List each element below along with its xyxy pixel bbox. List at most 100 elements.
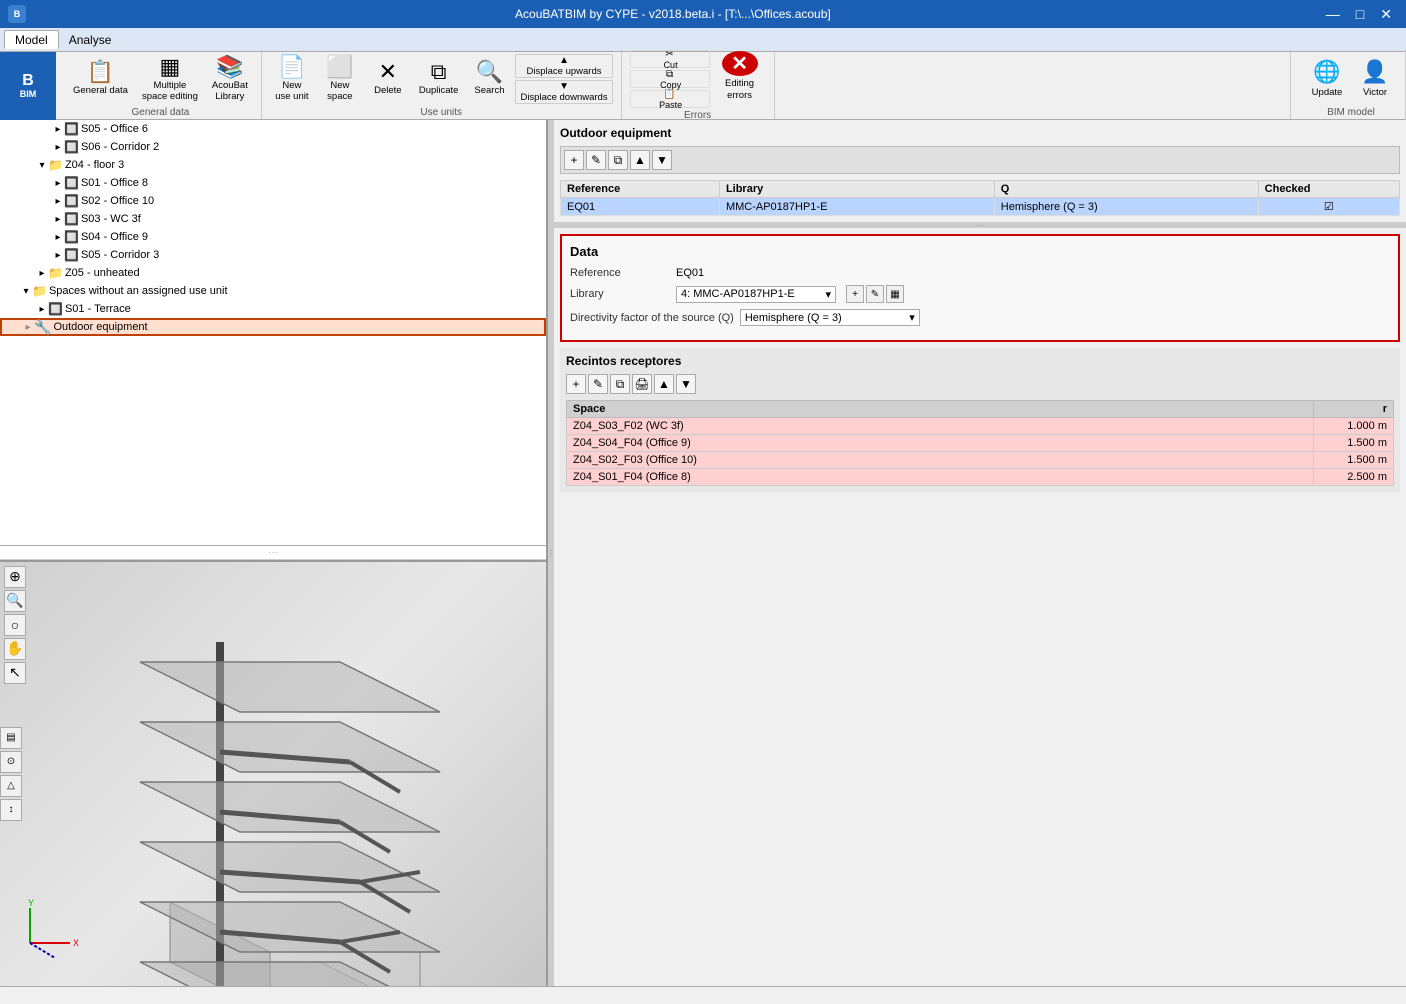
multiple-space-editing-button[interactable]: ▦ Multiplespace editing	[137, 53, 203, 105]
close-button[interactable]: ✕	[1374, 6, 1398, 23]
tree-item-z05[interactable]: ▸ 📁 Z05 - unheated	[0, 264, 546, 282]
directivity-value: Hemisphere (Q = 3)	[745, 312, 842, 324]
search-button[interactable]: 🔍 Search	[467, 53, 511, 105]
search-icon: 🔍	[476, 61, 503, 83]
recintos-toolbar: + ✎ ⧉ 🖨 ▲ ▼	[566, 374, 1394, 394]
tree-item-outdoor[interactable]: ▸ 🔧 Outdoor equipment	[0, 318, 546, 336]
view-select[interactable]: ↖	[4, 662, 26, 684]
table-row[interactable]: Z04_S01_F04 (Office 8) 2.500 m	[567, 469, 1394, 486]
tree-item-s04-z04[interactable]: ▸ 🔲 S04 - Office 9	[0, 228, 546, 246]
splitter-dots[interactable]: ···	[0, 546, 546, 560]
tree-item-s05-z04[interactable]: ▸ 🔲 S05 - Corridor 3	[0, 246, 546, 264]
directivity-label: Directivity factor of the source (Q)	[570, 312, 734, 324]
duplicate-button[interactable]: ⧉ Duplicate	[414, 53, 464, 105]
new-space-button[interactable]: ⬜ Newspace	[318, 53, 362, 105]
menu-analyse[interactable]: Analyse	[59, 31, 122, 49]
outdoor-copy-button[interactable]: ⧉	[608, 150, 628, 170]
table-row[interactable]: Z04_S02_F03 (Office 10) 1.500 m	[567, 452, 1394, 469]
cell-library: MMC-AP0187HP1-E	[719, 198, 994, 216]
outdoor-equipment-title: Outdoor equipment	[560, 126, 1400, 140]
library-label: AcouBatLibrary	[212, 80, 248, 103]
toolbar-clipboard-section: ✂ Cut ⧉ Copy 📋 Paste ✕ Editingerrors Err…	[622, 52, 775, 119]
search-label: Search	[474, 85, 504, 96]
duplicate-label: Duplicate	[419, 85, 459, 96]
toolbar-use-units-section: 📄 Newuse unit ⬜ Newspace ✕ Delete ⧉ Dupl…	[262, 52, 622, 119]
bim-model-name: BIM model	[1327, 107, 1375, 118]
3d-ctrl-3[interactable]: △	[0, 775, 22, 797]
view-pan[interactable]: ✋	[4, 638, 26, 660]
tree-item-z04[interactable]: ▾ 📁 Z04 - floor 3	[0, 156, 546, 174]
displace-downwards-button[interactable]: ▼ Displace downwards	[515, 80, 612, 104]
app-logo-toolbar: B BIM	[0, 52, 56, 120]
outdoor-add-button[interactable]: +	[564, 150, 584, 170]
recintos-space-2: Z04_S02_F03 (Office 10)	[567, 452, 1314, 469]
recintos-up-btn[interactable]: ▲	[654, 374, 674, 394]
tree-item-s05[interactable]: ▸ 🔲 S05 - Office 6	[0, 120, 546, 138]
recintos-section: Recintos receptores + ✎ ⧉ 🖨 ▲ ▼ Space r	[560, 348, 1400, 492]
recintos-add-btn[interactable]: +	[566, 374, 586, 394]
recintos-down-btn[interactable]: ▼	[676, 374, 696, 394]
library-dropdown[interactable]: 4: MMC-AP0187HP1-E ▾	[676, 286, 836, 303]
table-row[interactable]: Z04_S03_F02 (WC 3f) 1.000 m	[567, 418, 1394, 435]
horizontal-splitter[interactable]: ···	[554, 222, 1406, 228]
update-button[interactable]: 🌐 Update	[1305, 53, 1349, 105]
new-use-icon: 📄	[278, 56, 305, 78]
library-add-btn[interactable]: +	[846, 285, 864, 303]
3d-side-controls: ▤ ⊙ △ ↕	[0, 727, 22, 821]
menu-model[interactable]: Model	[4, 30, 59, 49]
recintos-print-btn[interactable]: 🖨	[632, 374, 652, 394]
displace-upwards-button[interactable]: ▲ Displace upwards	[515, 54, 612, 78]
library-actions: + ✎ ▦	[846, 285, 904, 303]
paste-label: Paste	[659, 100, 682, 110]
table-row[interactable]: Z04_S04_F04 (Office 9) 1.500 m	[567, 435, 1394, 452]
victor-button[interactable]: 👤 Victor	[1353, 53, 1397, 105]
app-logo: B	[8, 5, 26, 23]
recintos-edit-btn[interactable]: ✎	[588, 374, 608, 394]
recintos-r-3: 2.500 m	[1314, 469, 1394, 486]
paste-button[interactable]: 📋 Paste	[630, 90, 710, 108]
title-bar: B AcouBATBIM by CYPE - v2018.beta.i - [T…	[0, 0, 1406, 28]
right-toolbar: 🌐 Update 👤 Victor BIM model	[1290, 52, 1406, 119]
outdoor-up-button[interactable]: ▲	[630, 150, 650, 170]
tree-item-spaces-without[interactable]: ▾ 📁 Spaces without an assigned use unit	[0, 282, 546, 300]
acouBat-library-button[interactable]: 📚 AcouBatLibrary	[207, 53, 253, 105]
tree-item-s04-z04-label: S04 - Office 9	[81, 231, 148, 243]
library-edit-btn[interactable]: ✎	[866, 285, 884, 303]
library-grid-btn[interactable]: ▦	[886, 285, 904, 303]
3d-ctrl-4[interactable]: ↕	[0, 799, 22, 821]
outdoor-edit-button[interactable]: ✎	[586, 150, 606, 170]
general-data-button[interactable]: 📋 General data	[68, 53, 133, 105]
displace-group: ▲ Displace upwards ▼ Displace downwards	[515, 53, 612, 105]
general-data-label: General data	[73, 85, 128, 96]
view-zoom-extent[interactable]: ⊕	[4, 566, 26, 588]
recintos-table: Space r Z04_S03_F02 (WC 3f) 1.000 m Z04_…	[566, 400, 1394, 486]
tree-item-s01-z04-label: S01 - Office 8	[81, 177, 148, 189]
library-dropdown-value: 4: MMC-AP0187HP1-E	[681, 288, 795, 300]
tree-item-z05-label: Z05 - unheated	[65, 267, 140, 279]
maximize-button[interactable]: □	[1350, 6, 1370, 23]
tree-item-s01-z04[interactable]: ▸ 🔲 S01 - Office 8	[0, 174, 546, 192]
recintos-space-0: Z04_S03_F02 (WC 3f)	[567, 418, 1314, 435]
multiple-space-label: Multiplespace editing	[142, 80, 198, 103]
toolbar-use-units-name: Use units	[420, 107, 462, 118]
tree-item-s06[interactable]: ▸ 🔲 S06 - Corridor 2	[0, 138, 546, 156]
delete-button[interactable]: ✕ Delete	[366, 53, 410, 105]
tree-item-s03-z04[interactable]: ▸ 🔲 S03 - WC 3f	[0, 210, 546, 228]
copy-button[interactable]: ⧉ Copy	[630, 70, 710, 88]
view-rotate[interactable]: ○	[4, 614, 26, 636]
view-zoom-in[interactable]: 🔍	[4, 590, 26, 612]
editing-errors-button[interactable]: ✕ Editingerrors	[714, 50, 766, 102]
displace-up-label: Displace upwards	[527, 66, 602, 77]
outdoor-down-button[interactable]: ▼	[652, 150, 672, 170]
cell-checked: ☑	[1258, 198, 1399, 216]
3d-ctrl-2[interactable]: ⊙	[0, 751, 22, 773]
directivity-dropdown[interactable]: Hemisphere (Q = 3) ▾	[740, 309, 920, 326]
new-use-unit-button[interactable]: 📄 Newuse unit	[270, 53, 314, 105]
tree-item-s01-terrace[interactable]: ▸ 🔲 S01 - Terrace	[0, 300, 546, 318]
3d-ctrl-1[interactable]: ▤	[0, 727, 22, 749]
minimize-button[interactable]: —	[1320, 6, 1346, 23]
cut-button[interactable]: ✂ Cut	[630, 50, 710, 68]
table-row[interactable]: EQ01 MMC-AP0187HP1-E Hemisphere (Q = 3) …	[561, 198, 1400, 216]
tree-item-s02-z04[interactable]: ▸ 🔲 S02 - Office 10	[0, 192, 546, 210]
recintos-copy-btn[interactable]: ⧉	[610, 374, 630, 394]
